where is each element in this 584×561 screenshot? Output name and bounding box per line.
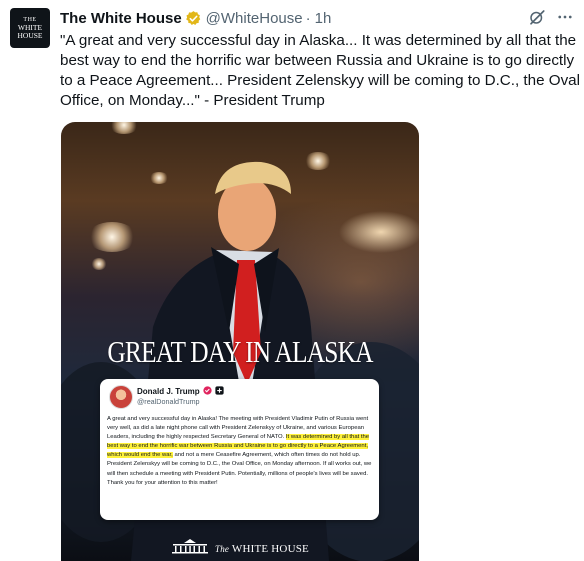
account-name[interactable]: The White House [60, 10, 182, 27]
embedded-author-handle: @realDonaldTrump [137, 397, 200, 406]
embedded-author: Donald J. Trump [137, 386, 224, 397]
wordmark-prefix: The [215, 543, 230, 554]
tweet-header: The White House @WhiteHouse · 1h [60, 8, 574, 28]
embedded-author-name: Donald J. Trump [137, 387, 200, 396]
profile-avatar[interactable]: THE WHITE HOUSE [10, 8, 50, 48]
plus-icon [215, 386, 224, 397]
image-headline: GREAT DAY IN ALASKA [107, 334, 373, 369]
account-handle[interactable]: @WhiteHouse [206, 10, 303, 27]
tweet-image[interactable]: GREAT DAY IN ALASKA Donald J. Trump @rea… [61, 122, 419, 561]
post-timestamp[interactable]: 1h [315, 10, 332, 27]
tweet-text: "A great and very successful day in Alas… [60, 32, 580, 109]
separator-dot: · [305, 9, 311, 27]
more-icon[interactable] [556, 8, 574, 30]
avatar-text-line: HOUSE [17, 30, 43, 40]
wordmark-text: WHITE HOUSE [231, 542, 309, 555]
verified-badge-icon [203, 386, 212, 397]
embedded-post-card: Donald J. Trump @realDonaldTrump A great… [100, 379, 379, 520]
white-house-logo-icon [171, 538, 209, 559]
grok-icon[interactable] [528, 8, 546, 30]
embedded-post-text: A great and very successful day in Alask… [107, 415, 373, 488]
white-house-footer: The WHITE HOUSE [61, 538, 419, 559]
embedded-avatar [109, 385, 133, 409]
white-house-wordmark: The WHITE HOUSE [215, 543, 309, 555]
verified-badge-icon [185, 10, 202, 27]
